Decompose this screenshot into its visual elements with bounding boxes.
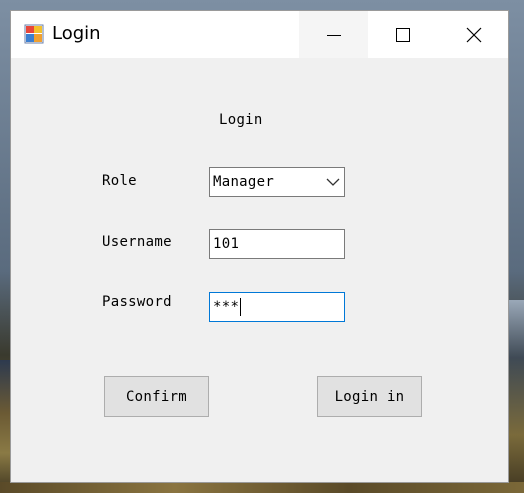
text-caret <box>240 298 242 316</box>
desktop-background-bottom <box>0 482 524 493</box>
role-select[interactable]: Manager <box>209 167 345 197</box>
password-label: Password <box>102 294 172 310</box>
role-selected-value: Manager <box>213 174 275 190</box>
minimize-button[interactable] <box>299 11 368 58</box>
password-field[interactable]: *** <box>209 292 345 322</box>
maximize-icon <box>395 27 410 42</box>
maximize-button[interactable] <box>368 11 437 58</box>
form-heading: Login <box>219 112 263 128</box>
confirm-button-label: Confirm <box>125 388 188 405</box>
minimize-icon <box>326 34 341 36</box>
chevron-down-icon[interactable] <box>326 176 340 188</box>
window-title: Login <box>52 23 101 44</box>
close-button[interactable] <box>439 11 508 58</box>
login-button[interactable]: Login in <box>317 376 422 417</box>
username-field[interactable]: 101 <box>209 229 345 259</box>
desktop-background-right <box>508 300 524 493</box>
role-label: Role <box>102 173 137 189</box>
title-bar[interactable]: Login <box>11 11 508 58</box>
password-value: *** <box>213 299 240 315</box>
username-label: Username <box>102 234 172 250</box>
desktop-background-left <box>0 360 11 493</box>
app-icon <box>24 24 44 44</box>
close-icon <box>466 27 481 42</box>
username-value: 101 <box>213 236 240 252</box>
login-button-label: Login in <box>334 388 405 405</box>
confirm-button[interactable]: Confirm <box>104 376 209 417</box>
login-window: Login Login Role Manager Username 101 Pa… <box>11 11 508 482</box>
